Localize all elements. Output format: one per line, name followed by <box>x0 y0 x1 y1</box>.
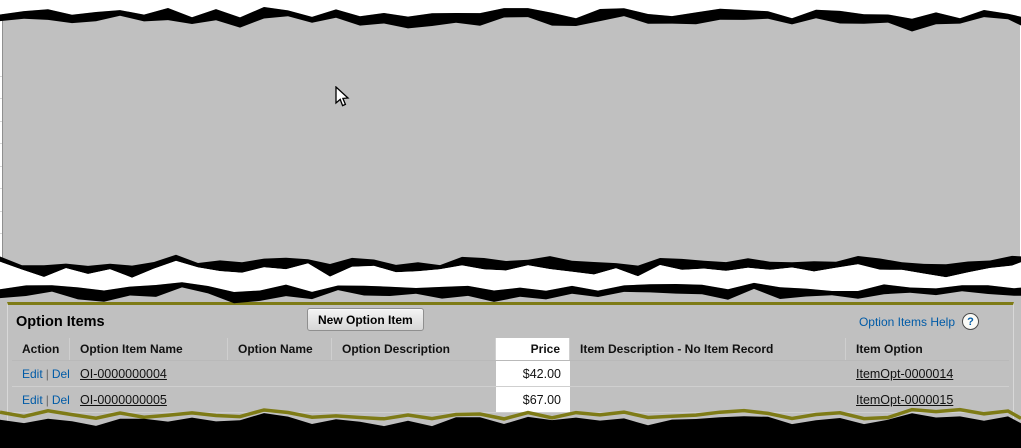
item-option-link[interactable]: ItemOpt-0000015 <box>856 393 953 407</box>
sales-order-line-item-detail-panel <box>2 6 1020 268</box>
column-header-action: Action <box>12 338 70 360</box>
column-header-item-description-no-item-record: Item Description - No Item Record <box>570 338 846 360</box>
option-items-help-link[interactable]: Option Items Help <box>859 315 955 329</box>
action-separator: | <box>46 393 49 407</box>
option-items-title: Option Items <box>16 314 105 330</box>
edit-row-link[interactable]: Edit <box>22 367 43 381</box>
table-row: Edit|Del OI-0000000005 $67.00 ItemOpt-00… <box>12 387 1009 413</box>
column-header-item-option: Item Option <box>846 338 1009 360</box>
help-question-icon[interactable]: ? <box>962 313 979 330</box>
option-items-panel: Option Items New Option Item Option Item… <box>0 282 1021 428</box>
edit-row-link[interactable]: Edit <box>22 393 43 407</box>
column-header-option-item-name: Option Item Name <box>70 338 228 360</box>
option-items-table: Action Option Item Name Option Name Opti… <box>12 338 1009 413</box>
price-cell-value: $67.00 <box>523 393 561 407</box>
new-option-item-button[interactable]: New Option Item <box>307 308 424 331</box>
column-header-price: Price <box>496 338 570 360</box>
option-item-name-link[interactable]: OI-0000000005 <box>80 393 167 407</box>
price-cell-value: $42.00 <box>523 367 561 381</box>
column-header-option-name: Option Name <box>228 338 332 360</box>
screenshot-stage: Sales Order Line Item Detail Edit Clone … <box>0 0 1021 448</box>
option-item-name-link[interactable]: OI-0000000004 <box>80 367 167 381</box>
action-separator: | <box>46 367 49 381</box>
item-option-link[interactable]: ItemOpt-0000014 <box>856 367 953 381</box>
table-row: Edit|Del OI-0000000004 $42.00 ItemOpt-00… <box>12 361 1009 387</box>
column-header-option-description: Option Description <box>332 338 496 360</box>
delete-row-link[interactable]: Del <box>52 393 70 407</box>
delete-row-link[interactable]: Del <box>52 367 70 381</box>
option-items-section-box: Option Items New Option Item Option Item… <box>7 302 1014 428</box>
table-header-row: Action Option Item Name Option Name Opti… <box>12 338 1009 361</box>
